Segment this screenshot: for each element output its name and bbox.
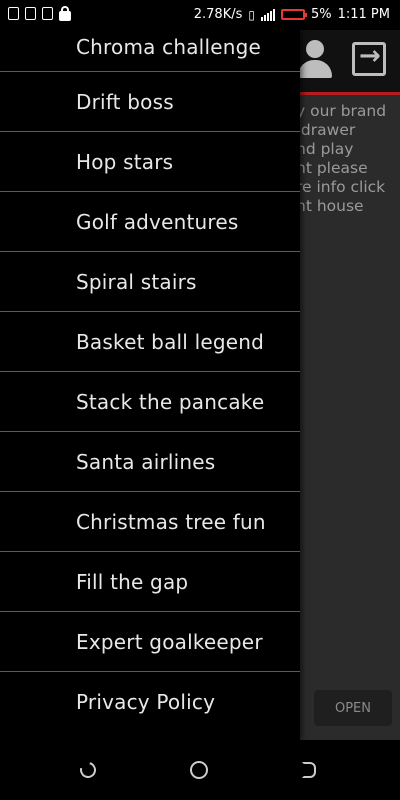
drawer-item-label: Drift boss (76, 89, 174, 114)
back-icon[interactable] (77, 759, 99, 781)
welcome-text: y our brand drawer nd play nt please re … (296, 102, 387, 215)
drawer-item-chroma-challenge[interactable]: Chroma challenge (0, 30, 300, 71)
drawer-item-drift-boss[interactable]: Drift boss (0, 71, 300, 131)
battery-icon (280, 9, 307, 20)
drawer-item-privacy-policy[interactable]: Privacy Policy (0, 671, 300, 731)
drawer-item-label: Chroma challenge (76, 34, 261, 59)
drawer-item-christmas-tree-fun[interactable]: Christmas tree fun (0, 491, 300, 551)
drawer-item-label: Privacy Policy (76, 689, 216, 714)
drawer-item-label: Santa airlines (76, 449, 216, 474)
image-notification-icon (8, 7, 19, 20)
drawer-item-label: Christmas tree fun (76, 509, 266, 534)
signal-icon (260, 8, 275, 21)
drawer-item-label: Stack the pancake (76, 389, 265, 414)
user-icon[interactable] (296, 40, 332, 80)
battery-percent: 5% (310, 7, 332, 22)
navigation-drawer: Chroma challenge Drift boss Hop stars Go… (0, 30, 300, 740)
lock-icon (59, 6, 71, 21)
drawer-menu: Chroma challenge Drift boss Hop stars Go… (0, 30, 300, 731)
drawer-item-fill-the-gap[interactable]: Fill the gap (0, 551, 300, 611)
home-icon[interactable] (190, 761, 208, 779)
drawer-item-label: Hop stars (76, 149, 174, 174)
logout-icon[interactable] (352, 41, 386, 76)
drawer-item-golf-adventures[interactable]: Golf adventures (0, 191, 300, 251)
vibrate-icon: ▯ (248, 7, 255, 22)
system-nav-bar (0, 740, 400, 800)
notification-icons (8, 6, 71, 21)
drawer-item-label: Fill the gap (76, 569, 189, 594)
open-button[interactable]: OPEN (314, 690, 392, 726)
network-speed: 2.78K/s (193, 7, 243, 22)
drawer-item-stack-the-pancake[interactable]: Stack the pancake (0, 371, 300, 431)
drawer-item-label: Golf adventures (76, 209, 239, 234)
drawer-item-expert-goalkeeper[interactable]: Expert goalkeeper (0, 611, 300, 671)
clock: 1:11 PM (337, 7, 390, 22)
drawer-item-spiral-stairs[interactable]: Spiral stairs (0, 251, 300, 311)
drawer-item-santa-airlines[interactable]: Santa airlines (0, 431, 300, 491)
drawer-item-label: Spiral stairs (76, 269, 197, 294)
drawer-item-label: Expert goalkeeper (76, 629, 263, 654)
recent-apps-icon[interactable] (302, 762, 316, 778)
status-bar: 2.78K/s ▯ 5% 1:11 PM (0, 0, 400, 30)
drawer-item-basket-ball-legend[interactable]: Basket ball legend (0, 311, 300, 371)
battery-saver-icon (25, 7, 36, 20)
drawer-item-label: Basket ball legend (76, 329, 265, 354)
sim-icon (42, 7, 53, 20)
system-indicators: 2.78K/s ▯ 5% 1:11 PM (194, 7, 390, 22)
drawer-item-hop-stars[interactable]: Hop stars (0, 131, 300, 191)
